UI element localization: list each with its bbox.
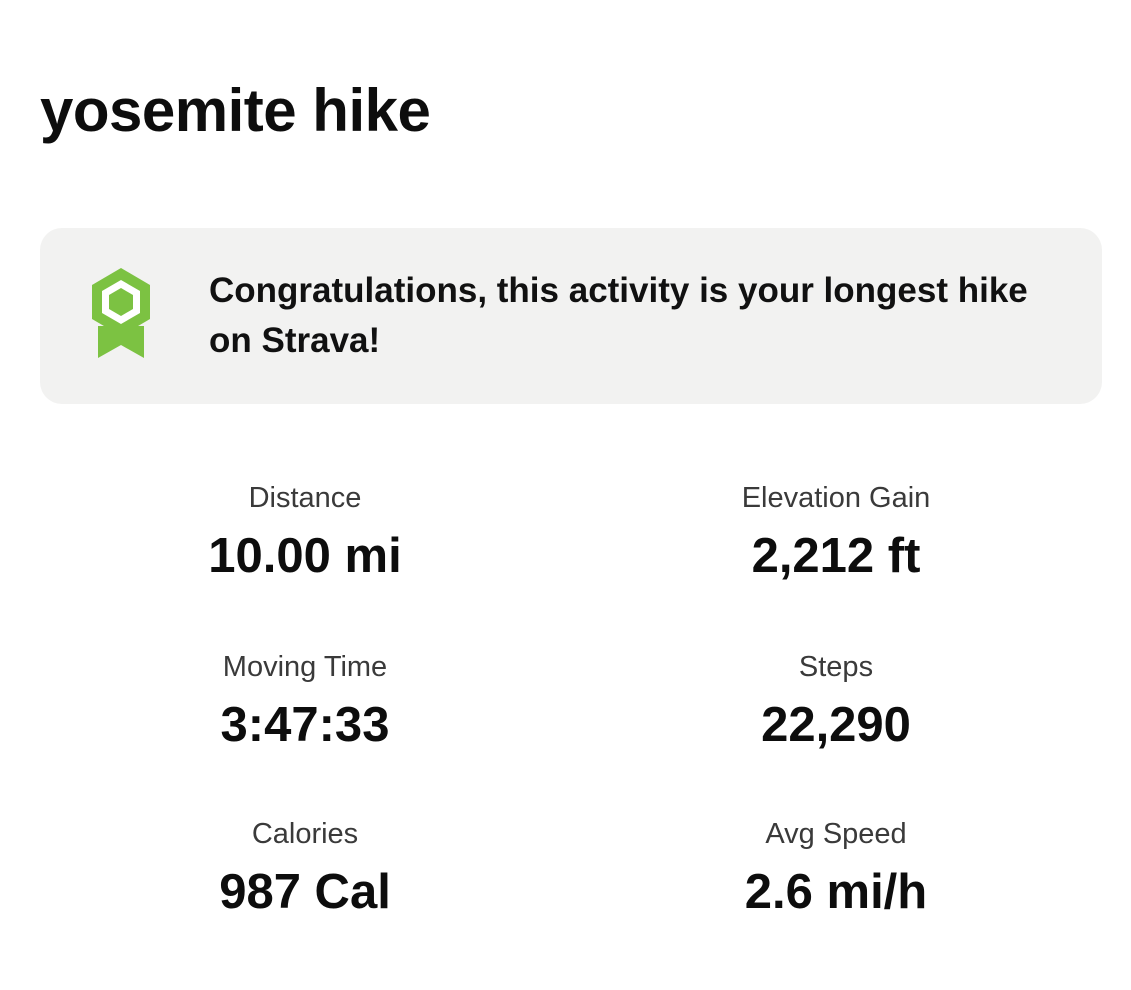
stat-elevation-gain: Elevation Gain 2,212 ft: [626, 478, 1046, 586]
stat-moving-time: Moving Time 3:47:33: [95, 647, 515, 755]
achievement-message: Congratulations, this activity is your l…: [209, 271, 1028, 360]
stat-value: 22,290: [761, 698, 911, 752]
stat-label: Steps: [798, 651, 874, 683]
stat-label: Distance: [248, 482, 362, 514]
achievement-banner: Congratulations, this activity is your l…: [40, 228, 1102, 404]
stat-calories: Calories 987 Cal: [95, 814, 515, 922]
stat-label: Elevation Gain: [741, 482, 931, 514]
stat-value: 2.6 mi/h: [744, 865, 928, 919]
stat-label: Calories: [251, 818, 359, 850]
stat-value: 10.00 mi: [208, 529, 402, 583]
stat-value: 987 Cal: [219, 865, 391, 919]
stat-value: 3:47:33: [220, 698, 390, 752]
stat-steps: Steps 22,290: [626, 647, 1046, 755]
stat-label: Avg Speed: [765, 818, 907, 850]
achievement-badge-icon: [92, 268, 150, 358]
stat-label: Moving Time: [222, 651, 388, 683]
stat-value: 2,212 ft: [751, 529, 921, 583]
activity-title: yosemite hike: [40, 77, 431, 144]
stat-avg-speed: Avg Speed 2.6 mi/h: [626, 814, 1046, 922]
activity-page: yosemite hike Congratulations, this acti…: [0, 0, 1131, 990]
stat-distance: Distance 10.00 mi: [95, 478, 515, 586]
